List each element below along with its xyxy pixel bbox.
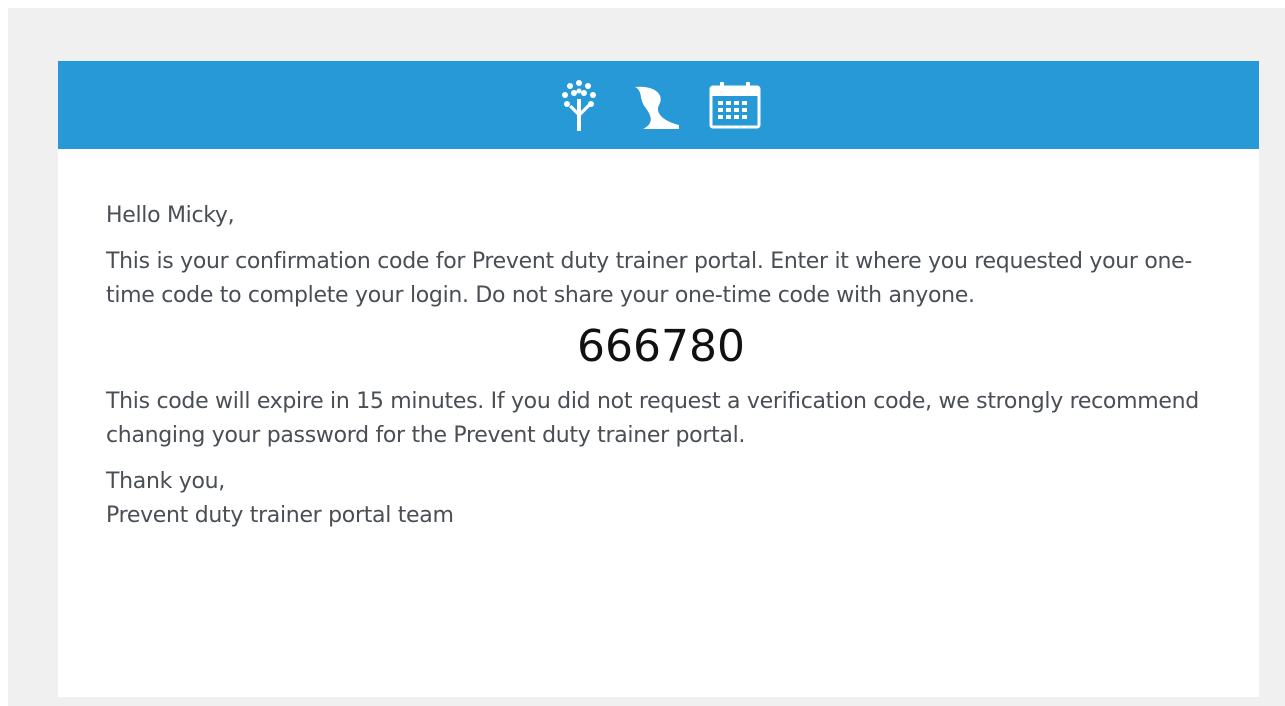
email-body: Hello Micky, This is your confirmation c… <box>106 199 1216 533</box>
email-background: Hello Micky, This is your confirmation c… <box>8 8 1285 706</box>
email-card: Hello Micky, This is your confirmation c… <box>58 61 1259 697</box>
road-icon <box>629 81 681 129</box>
confirmation-code: 666780 <box>577 321 745 372</box>
signoff-text: Thank you, <box>106 469 225 494</box>
expiry-notice: This code will expire in 15 minutes. If … <box>106 389 1199 448</box>
greeting-text: Hello Micky, <box>106 203 235 228</box>
intro-text: This is your confirmation code for Preve… <box>106 249 1193 308</box>
calendar-icon <box>709 81 761 129</box>
email-header-banner <box>58 61 1259 149</box>
team-signature: Prevent duty trainer portal team <box>106 503 454 528</box>
tree-icon <box>557 77 601 133</box>
